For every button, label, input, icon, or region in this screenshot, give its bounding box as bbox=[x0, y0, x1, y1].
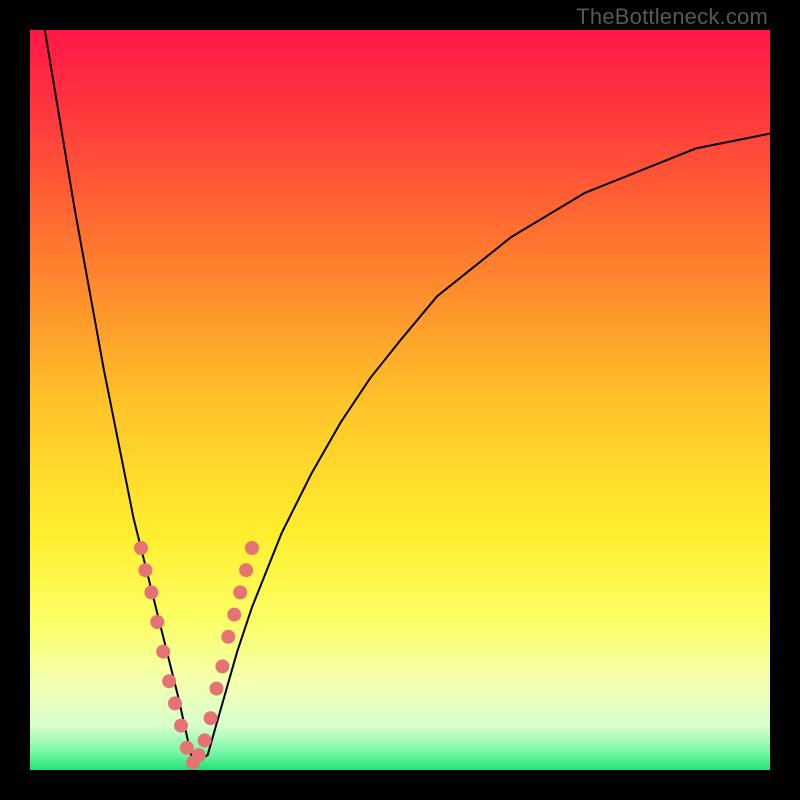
dot-layer bbox=[134, 541, 259, 770]
data-dot bbox=[215, 659, 229, 673]
data-dot bbox=[192, 748, 206, 762]
plot-area bbox=[30, 30, 770, 770]
data-dot bbox=[227, 608, 241, 622]
data-dot bbox=[233, 585, 247, 599]
data-dot bbox=[150, 615, 164, 629]
data-dot bbox=[204, 711, 218, 725]
data-dot bbox=[221, 630, 235, 644]
chart-frame: TheBottleneck.com bbox=[0, 0, 800, 800]
data-dot bbox=[144, 585, 158, 599]
data-dot bbox=[198, 733, 212, 747]
data-dot bbox=[162, 674, 176, 688]
bottleneck-curve bbox=[30, 30, 770, 770]
data-dot bbox=[245, 541, 259, 555]
data-dot bbox=[180, 741, 194, 755]
data-dot bbox=[134, 541, 148, 555]
data-dot bbox=[168, 696, 182, 710]
data-dot bbox=[174, 719, 188, 733]
curve-path bbox=[45, 30, 770, 763]
data-dot bbox=[239, 563, 253, 577]
data-dot bbox=[210, 682, 224, 696]
watermark-text: TheBottleneck.com bbox=[576, 4, 768, 30]
data-dot bbox=[156, 645, 170, 659]
data-dot bbox=[138, 563, 152, 577]
